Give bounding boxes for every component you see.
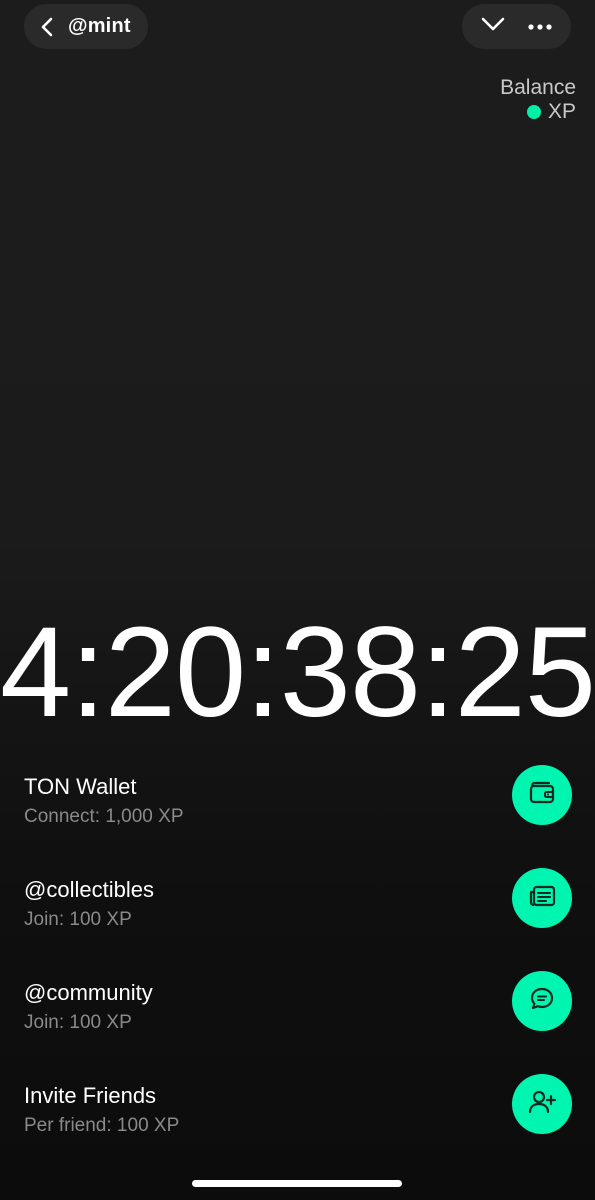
more-button[interactable] (523, 10, 557, 44)
task-name: TON Wallet (24, 774, 137, 799)
task-reward: Connect: 1,000 XP (24, 806, 184, 827)
connect-wallet-button[interactable] (512, 765, 572, 825)
header-actions (462, 4, 571, 49)
screen: @mint Balance XP 4:20:38:25 TON Wallet C… (0, 0, 595, 1200)
task-invite-friends: Invite Friends Per friend: 100 XP (24, 1074, 572, 1144)
task-ton-wallet: TON Wallet Connect: 1,000 XP (24, 765, 572, 835)
task-reward: Join: 100 XP (24, 1012, 132, 1033)
task-name: @community (24, 980, 153, 1005)
chat-bubble-icon (528, 985, 556, 1018)
chat-title: @mint (68, 15, 131, 37)
task-name: @collectibles (24, 877, 154, 902)
balance-value: XP (500, 100, 576, 124)
more-horizontal-icon (527, 18, 553, 36)
task-collectibles: @collectibles Join: 100 XP (24, 868, 572, 938)
chevron-left-icon (38, 16, 56, 38)
balance-unit: XP (547, 100, 576, 123)
join-collectibles-button[interactable] (512, 868, 572, 928)
countdown-timer: 4:20:38:25 (0, 601, 595, 744)
join-community-button[interactable] (512, 971, 572, 1031)
task-name: Invite Friends (24, 1083, 157, 1108)
task-reward: Per friend: 100 XP (24, 1115, 180, 1136)
back-button[interactable]: @mint (24, 4, 148, 49)
invite-friends-button[interactable] (512, 1074, 572, 1134)
chevron-down-icon (481, 16, 505, 37)
balance-dot-icon (526, 105, 541, 119)
add-user-icon (527, 1088, 557, 1121)
task-community: @community Join: 100 XP (24, 971, 572, 1041)
newspaper-icon (527, 883, 557, 914)
balance-label: Balance (500, 76, 576, 99)
collapse-button[interactable] (476, 10, 510, 44)
home-indicator[interactable] (192, 1180, 402, 1187)
task-reward: Join: 100 XP (24, 909, 132, 930)
wallet-icon (528, 780, 556, 811)
balance: Balance XP (500, 76, 576, 124)
